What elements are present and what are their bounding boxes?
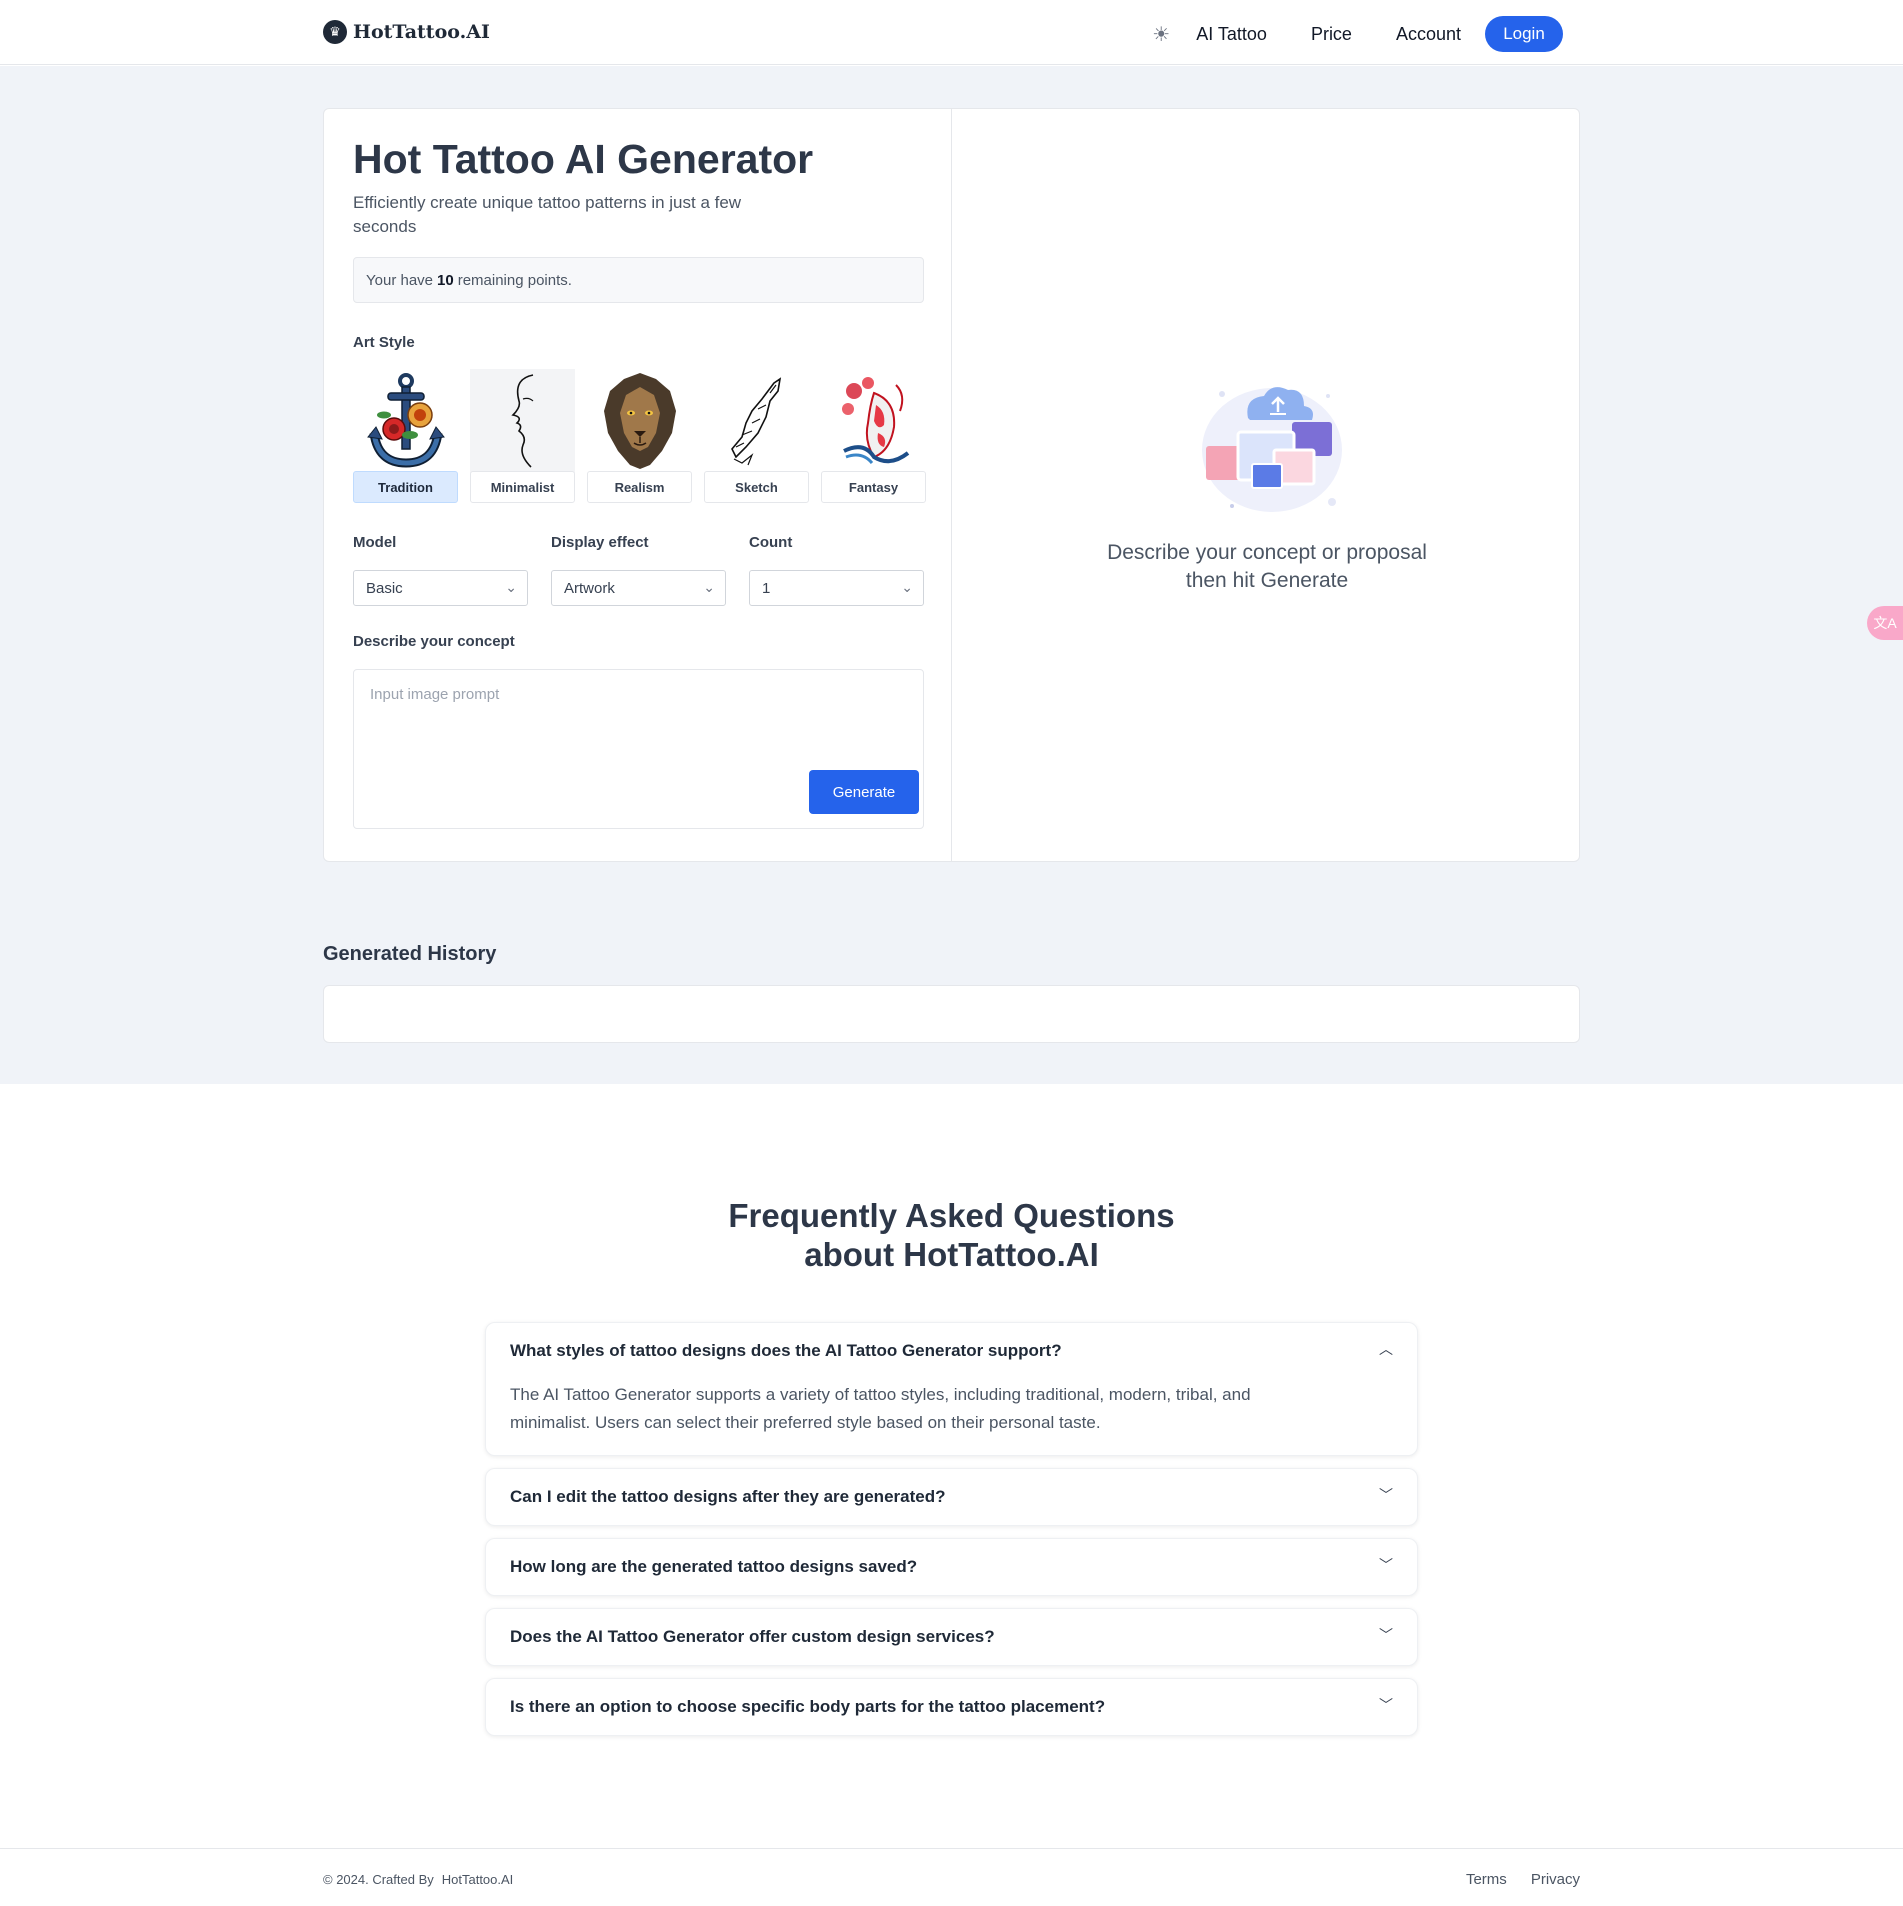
points-suffix: remaining points. bbox=[457, 271, 572, 289]
chevron-up-icon: ︿ bbox=[1379, 1341, 1393, 1357]
footer-link-privacy[interactable]: Privacy bbox=[1531, 1871, 1580, 1888]
art-style-label: Art Style bbox=[353, 334, 415, 351]
style-option-minimalist[interactable]: Minimalist bbox=[470, 369, 575, 503]
empty-state-text: Describe your concept or proposal then h… bbox=[1107, 541, 1427, 592]
model-select[interactable]: Basic ⌄ bbox=[353, 570, 528, 606]
faq-question: What styles of tattoo designs does the A… bbox=[510, 1341, 1062, 1360]
footer-links: Terms Privacy bbox=[1466, 1871, 1580, 1888]
history-title: Generated History bbox=[323, 943, 497, 965]
style-label-tradition: Tradition bbox=[353, 471, 458, 503]
face-line-art-image bbox=[470, 369, 575, 473]
style-option-tradition[interactable]: Tradition bbox=[353, 369, 458, 503]
sun-icon[interactable]: ☀ bbox=[1152, 22, 1170, 47]
logo-icon: ♛ bbox=[323, 20, 347, 44]
chevron-down-icon: ﹀ bbox=[1379, 1487, 1393, 1503]
logo[interactable]: ♛ HotTattoo.AI bbox=[323, 20, 490, 44]
chevron-down-icon: ⌄ bbox=[505, 579, 517, 595]
generator-form: Hot Tattoo AI Generator Efficiently crea… bbox=[324, 109, 952, 861]
faq-question: Does the AI Tattoo Generator offer custo… bbox=[510, 1627, 995, 1646]
prompt-input[interactable] bbox=[354, 670, 923, 770]
style-option-sketch[interactable]: Sketch bbox=[704, 369, 809, 503]
generator-card: Hot Tattoo AI Generator Efficiently crea… bbox=[323, 108, 1580, 862]
model-label: Model bbox=[353, 534, 397, 551]
faq-item[interactable]: How long are the generated tattoo design… bbox=[485, 1538, 1418, 1596]
style-label-sketch: Sketch bbox=[704, 471, 809, 503]
wolf-sketch-image bbox=[704, 369, 809, 473]
faq-item[interactable]: Is there an option to choose specific bo… bbox=[485, 1678, 1418, 1736]
points-prefix: Your have bbox=[366, 271, 434, 289]
chevron-down-icon: ﹀ bbox=[1379, 1697, 1393, 1713]
style-label-realism: Realism bbox=[587, 471, 692, 503]
count-select[interactable]: 1 ⌄ bbox=[749, 570, 924, 606]
style-label-minimalist: Minimalist bbox=[470, 471, 575, 503]
faq-item[interactable]: Can I edit the tattoo designs after they… bbox=[485, 1468, 1418, 1526]
upload-cloud-illustration bbox=[1192, 374, 1352, 519]
koi-fantasy-image bbox=[821, 369, 926, 473]
faq-question: Can I edit the tattoo designs after they… bbox=[510, 1487, 946, 1506]
faq-title-line1: Frequently Asked Questions bbox=[728, 1197, 1175, 1234]
points-value: 10 bbox=[437, 271, 454, 289]
model-select-value: Basic bbox=[366, 579, 403, 597]
lion-tattoo-image bbox=[587, 369, 692, 473]
site-footer: © 2024. Crafted By HotTattoo.AI Terms Pri… bbox=[0, 1848, 1903, 1906]
art-style-options: Tradition Minimalist Realism Sketch Fant… bbox=[353, 369, 926, 503]
points-notice: Your have 10 remaining points. bbox=[353, 257, 924, 303]
site-header: ♛ HotTattoo.AI ☀ AI Tattoo Price Account… bbox=[0, 0, 1903, 65]
footer-brand-link[interactable]: HotTattoo.AI bbox=[442, 1872, 514, 1887]
copyright-text: © 2024. Crafted By bbox=[323, 1872, 434, 1887]
result-pane: Describe your concept or proposal then h… bbox=[952, 109, 1579, 861]
style-label-fantasy: Fantasy bbox=[821, 471, 926, 503]
count-label: Count bbox=[749, 534, 793, 551]
chevron-down-icon: ⌄ bbox=[703, 579, 715, 595]
login-button[interactable]: Login bbox=[1485, 16, 1563, 52]
chevron-down-icon: ⌄ bbox=[901, 579, 913, 595]
anchor-tattoo-image bbox=[353, 369, 458, 473]
footer-link-terms[interactable]: Terms bbox=[1466, 1871, 1507, 1888]
chevron-down-icon: ﹀ bbox=[1379, 1557, 1393, 1573]
style-option-fantasy[interactable]: Fantasy bbox=[821, 369, 926, 503]
generate-button[interactable]: Generate bbox=[809, 770, 919, 814]
main-nav: ☀ AI Tattoo Price Account Login bbox=[1152, 16, 1563, 52]
concept-label: Describe your concept bbox=[353, 633, 515, 650]
faq-question: How long are the generated tattoo design… bbox=[510, 1557, 918, 1576]
logo-text: HotTattoo.AI bbox=[353, 21, 490, 43]
chevron-down-icon: ﹀ bbox=[1379, 1627, 1393, 1643]
translate-icon[interactable]: 文A bbox=[1867, 606, 1903, 640]
faq-answer: The AI Tattoo Generator supports a varie… bbox=[510, 1385, 1251, 1432]
prompt-box: Generate bbox=[353, 669, 924, 829]
history-list bbox=[323, 985, 1580, 1043]
display-effect-label: Display effect bbox=[551, 534, 649, 551]
faq-item[interactable]: Does the AI Tattoo Generator offer custo… bbox=[485, 1608, 1418, 1666]
nav-account[interactable]: Account bbox=[1396, 24, 1461, 45]
footer-copyright: © 2024. Crafted By HotTattoo.AI bbox=[323, 1872, 513, 1887]
display-effect-value: Artwork bbox=[564, 579, 615, 597]
display-effect-select[interactable]: Artwork ⌄ bbox=[551, 570, 726, 606]
page-title: Hot Tattoo AI Generator bbox=[353, 136, 814, 182]
faq-item[interactable]: What styles of tattoo designs does the A… bbox=[485, 1322, 1418, 1456]
faq-question: Is there an option to choose specific bo… bbox=[510, 1697, 1106, 1716]
page-subtitle: Efficiently create unique tattoo pattern… bbox=[353, 193, 742, 236]
count-select-value: 1 bbox=[762, 579, 771, 597]
nav-ai-tattoo[interactable]: AI Tattoo bbox=[1196, 24, 1267, 45]
style-option-realism[interactable]: Realism bbox=[587, 369, 692, 503]
nav-price[interactable]: Price bbox=[1311, 24, 1352, 45]
faq-title-line2: about HotTattoo.AI bbox=[804, 1236, 1099, 1273]
faq-title: Frequently Asked Questions about HotTatt… bbox=[600, 1196, 1303, 1274]
